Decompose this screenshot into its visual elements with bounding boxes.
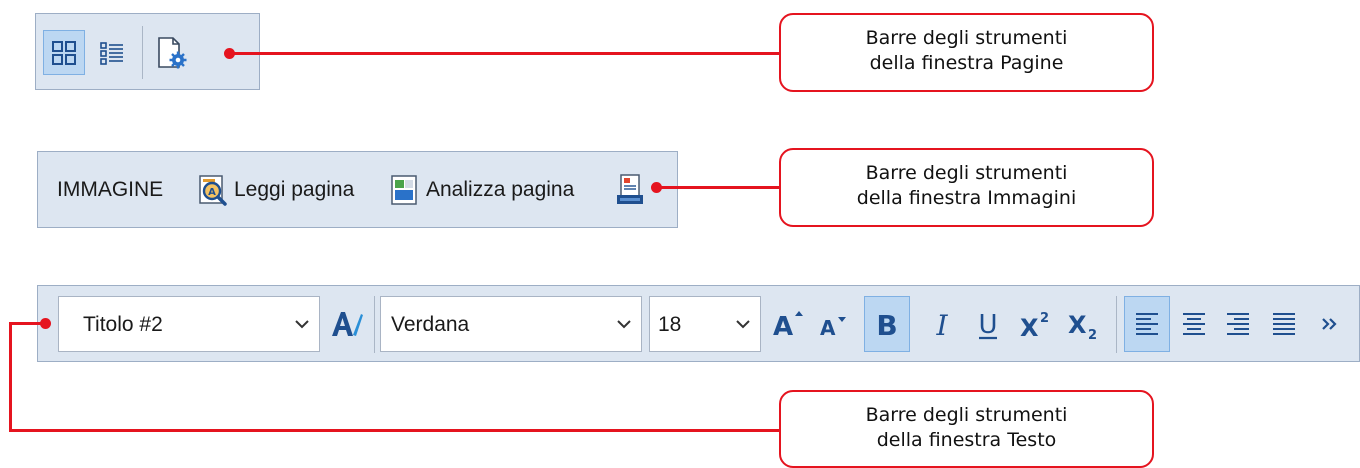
callout-line: Barre degli strumenti [865,404,1068,426]
connector-line [9,322,45,325]
subscript-button[interactable]: X 2 [1062,300,1106,348]
connector-line [9,322,12,432]
text-style-icon [332,312,363,336]
more-button[interactable] [1310,300,1350,348]
toolbar-separator [142,26,143,79]
svg-text:A: A [773,312,793,340]
callout-line: Barre degli strumenti [865,27,1068,49]
italic-icon: I [935,309,948,340]
svg-text:X: X [1020,314,1039,340]
increase-font-icon: A [773,311,803,340]
analyze-page-label: Analizza pagina [426,178,575,201]
chevron-down-icon[interactable] [615,315,633,333]
justify-icon [1273,313,1295,335]
font-value: Verdana [391,313,470,336]
svg-text:A: A [820,316,836,340]
align-center-button[interactable] [1174,300,1214,348]
increase-font-button[interactable]: A [768,300,808,348]
chevron-down-icon[interactable] [734,315,752,333]
decrease-font-button[interactable]: A [812,300,852,348]
italic-button[interactable]: I [922,300,962,348]
svg-text:2: 2 [1040,311,1049,326]
text-toolbar: Titolo #2 Verdana 18 A A B I U X 2 X 2 [37,285,1360,362]
toolbar-separator [374,296,375,353]
bold-icon: B [876,309,897,340]
scan-page-button[interactable] [608,166,652,214]
callout-line: Barre degli strumenti [865,162,1068,184]
underline-icon: U [978,310,997,340]
text-style-button[interactable] [326,300,366,348]
thumbnails-view-button[interactable] [43,30,85,75]
align-center-icon [1183,313,1205,335]
thumbnails-view-icon [52,40,76,65]
read-page-label: Leggi pagina [234,178,355,201]
toolbar-title: IMMAGINE [57,178,164,201]
svg-text:A: A [208,187,216,198]
analyze-page-button[interactable]: Analizza pagina [388,166,602,214]
svg-text:I: I [935,309,948,340]
chevron-down-icon[interactable] [293,315,311,333]
align-left-button[interactable] [1124,296,1170,352]
read-page-button[interactable]: A Leggi pagina [194,166,382,214]
page-properties-button[interactable] [150,30,194,75]
callout-images-toolbar: Barre degli strumenti della finestra Imm… [779,148,1154,227]
svg-text:X: X [1068,311,1087,339]
style-combo[interactable]: Titolo #2 [58,296,320,352]
align-right-button[interactable] [1218,300,1258,348]
more-icon [1322,318,1337,330]
images-toolbar: IMMAGINE A Leggi pagina Analizza pagina [37,151,678,228]
connector-line [229,52,781,55]
callout-line: della finestra Testo [876,429,1057,451]
callout-line: della finestra Immagini [856,187,1077,209]
decrease-font-icon: A [820,316,846,340]
callout-line: della finestra Pagine [869,52,1064,74]
font-size-value: 18 [658,313,682,336]
subscript-icon: X 2 [1068,311,1097,341]
callout-pages-toolbar: Barre degli strumenti della finestra Pag… [779,13,1154,92]
svg-text:U: U [978,310,997,340]
connector-line [656,186,781,189]
font-size-combo[interactable]: 18 [649,296,761,352]
svg-text:2: 2 [1088,328,1097,341]
svg-text:B: B [876,309,897,340]
read-page-icon: A [199,175,227,206]
underline-button[interactable]: U [968,300,1008,348]
justify-button[interactable] [1264,300,1304,348]
superscript-button[interactable]: X 2 [1014,300,1058,348]
details-view-button[interactable] [92,30,132,75]
superscript-icon: X 2 [1020,311,1049,340]
align-right-icon [1227,313,1249,335]
analyze-page-icon [391,175,417,205]
align-left-icon [1136,313,1158,335]
toolbar-separator [1116,296,1117,353]
callout-text-toolbar: Barre degli strumenti della finestra Tes… [779,390,1154,468]
style-value: Titolo #2 [83,313,163,336]
connector-line [9,429,781,432]
bold-button[interactable]: B [864,296,910,352]
font-combo[interactable]: Verdana [380,296,642,352]
scan-page-icon [617,174,643,204]
details-view-icon [100,41,123,65]
page-properties-icon [158,36,187,68]
